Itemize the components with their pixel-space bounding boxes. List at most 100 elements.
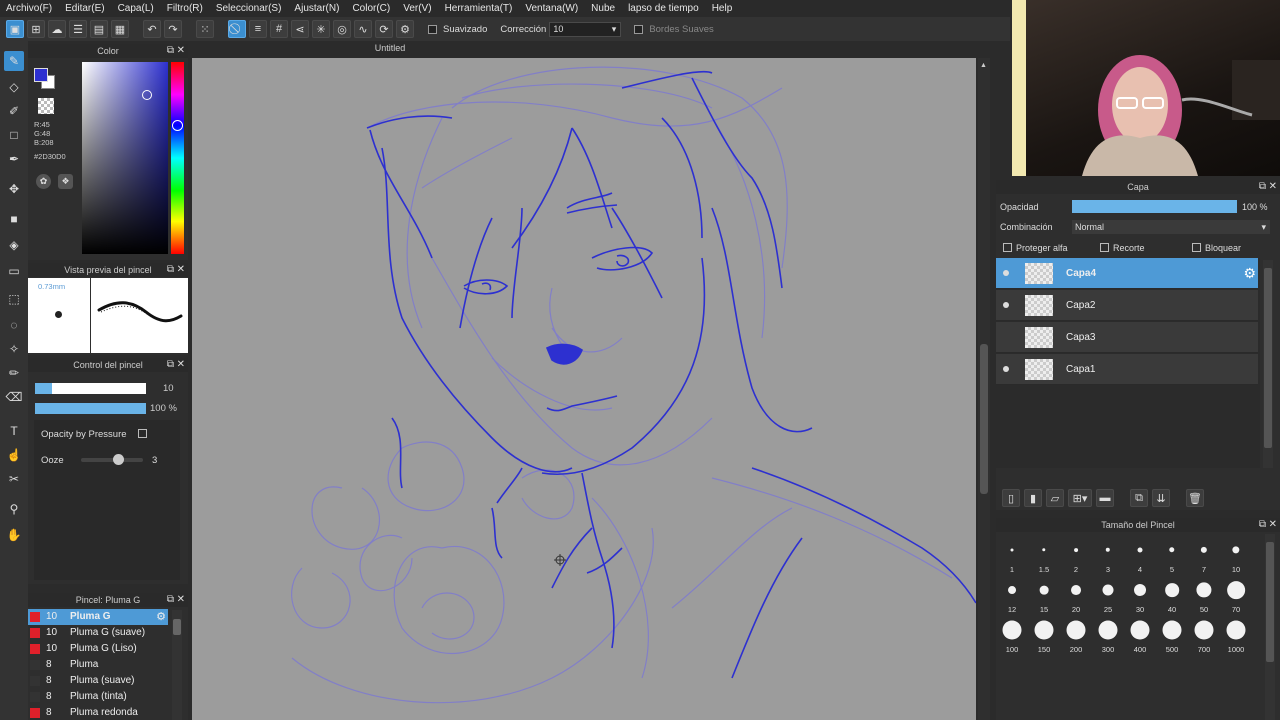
hue-slider[interactable] [171,62,184,254]
brush-list-item[interactable]: 10 Pluma G (Liso) [28,641,168,657]
brush-size-preset[interactable]: 7 [1188,534,1220,574]
cloud-icon[interactable]: ☁ [48,20,66,38]
clipping-checkbox[interactable] [1100,243,1109,252]
snap-curve-icon[interactable]: ∿ [354,20,372,38]
color-set-icon[interactable]: ❖ [58,174,73,189]
visibility-icon[interactable] [1003,270,1009,276]
brush-size-preset[interactable]: 3 [1092,534,1124,574]
menu-color[interactable]: Color(C) [352,3,390,14]
layer-opacity-slider[interactable] [1072,200,1237,213]
menu-icon[interactable]: ☰ [69,20,87,38]
new-file-icon[interactable]: ⊞ [27,20,45,38]
snap-parallel-icon[interactable]: ≡ [249,20,267,38]
transparent-color-swatch[interactable] [38,98,54,114]
frame-tool-icon[interactable]: ✂ [4,469,24,489]
brush-list-item[interactable]: 8 Pluma (tinta) [28,689,168,705]
select-eraser-icon[interactable]: ⌫ [4,387,24,407]
menu-view[interactable]: Ver(V) [403,3,431,14]
sv-picker-handle[interactable] [142,90,152,100]
delete-layer-icon[interactable]: 🗑 [1186,489,1204,507]
brush-size-preset[interactable]: 4 [1124,534,1156,574]
ooze-slider[interactable] [81,454,143,465]
lasso-tool-icon[interactable]: ◌ [4,315,24,335]
canvas-scroll-thumb[interactable] [980,344,988,494]
redo-icon[interactable]: ↷ [164,20,182,38]
brush-tool-icon[interactable]: ✎ [4,51,24,71]
protect-alpha-checkbox[interactable] [1003,243,1012,252]
brush-list-item[interactable]: 8 Pluma (suave) [28,673,168,689]
add-layer-menu-icon[interactable]: ⊞▾ [1068,489,1092,507]
fill-rect-icon[interactable]: ■ [4,209,24,229]
new-image-layer-icon[interactable]: ▱ [1046,489,1064,507]
correction-select[interactable]: 10 ▾ [549,21,622,37]
brush-size-preset[interactable]: 1 [996,534,1028,574]
brush-size-preset[interactable]: 300 [1092,614,1124,654]
new-layer-icon[interactable]: ▯ [1002,489,1020,507]
brush-size-preset[interactable]: 20 [1060,574,1092,614]
eyedropper-tool-icon[interactable]: ⚲ [4,499,24,519]
grid-icon[interactable]: ▦ [111,20,129,38]
brush-size-preset[interactable]: 15 [1028,574,1060,614]
brush-size-preset[interactable]: 200 [1060,614,1092,654]
duplicate-layer-icon[interactable]: ⧉ [1130,489,1148,507]
snap-perspective-icon[interactable]: ⋖ [291,20,309,38]
brush-size-scrollbar[interactable] [1265,534,1275,720]
brush-size-preset[interactable]: 1000 [1220,614,1252,654]
menu-timelapse[interactable]: lapso de tiempo [628,3,699,14]
brush-size-preset[interactable]: 700 [1188,614,1220,654]
snap-grid-icon[interactable]: # [270,20,288,38]
close-icon[interactable]: ✕ [1269,519,1277,530]
pen-tool-icon[interactable]: ✒ [4,149,24,169]
ooze-slider-handle[interactable] [113,454,124,465]
lock-checkbox[interactable] [1192,243,1201,252]
brush-size-preset[interactable]: 400 [1124,614,1156,654]
detach-icon[interactable]: ⧉ [1259,519,1266,530]
canvas-vertical-scrollbar[interactable]: ▲ [978,58,990,720]
brush-list-scrollbar[interactable] [172,610,182,720]
layers-icon[interactable]: ▤ [90,20,108,38]
close-icon[interactable]: ✕ [177,264,185,275]
brush-size-preset[interactable]: 30 [1124,574,1156,614]
layer-list-scrollbar[interactable] [1263,260,1273,468]
brush-size-preset[interactable]: 2 [1060,534,1092,574]
new-folder-icon[interactable]: ▬ [1096,489,1114,507]
brush-size-preset[interactable]: 150 [1028,614,1060,654]
merge-layer-icon[interactable]: ⇊ [1152,489,1170,507]
menu-file[interactable]: Archivo(F) [6,3,52,14]
blend-mode-select[interactable]: Normal ▾ [1072,220,1270,234]
detach-icon[interactable]: ⧉ [167,45,174,56]
brush-settings-gear-icon[interactable]: ⚙ [156,610,166,623]
deselect-icon[interactable]: ⁙ [196,20,214,38]
menu-select[interactable]: Seleccionar(S) [216,3,282,14]
opacity-pressure-checkbox[interactable] [138,429,147,438]
brush-size-scroll-thumb[interactable] [1266,542,1274,662]
menu-adjust[interactable]: Ajustar(N) [294,3,339,14]
snap-off-icon[interactable]: ⃠ [228,20,246,38]
saturation-value-picker[interactable] [82,62,168,254]
brush-size-preset[interactable]: 12 [996,574,1028,614]
brush-size-preset[interactable]: 50 [1188,574,1220,614]
snap-radial-icon[interactable]: ✳ [312,20,330,38]
brush-size-slider[interactable] [35,383,146,394]
brush-list-scroll-thumb[interactable] [173,619,181,635]
visibility-icon[interactable] [1003,366,1009,372]
eraser-tool-icon[interactable]: ◇ [4,77,24,97]
magic-wand-icon[interactable]: ✧ [4,339,24,359]
brush-list-item[interactable]: 8 Pluma [28,657,168,673]
brush-opacity-slider[interactable] [35,403,146,414]
detach-icon[interactable]: ⧉ [167,359,174,370]
gradient-tool-icon[interactable]: ▭ [4,261,24,281]
brush-size-preset[interactable]: 100 [996,614,1028,654]
detach-icon[interactable]: ⧉ [167,264,174,275]
menu-filter[interactable]: Filtro(R) [167,3,203,14]
hand-tool-icon[interactable]: ✋ [4,525,24,545]
brush-size-preset[interactable]: 25 [1092,574,1124,614]
brush-size-preset[interactable]: 10 [1220,534,1252,574]
shape-tool-icon[interactable]: □ [4,125,24,145]
layer-row-capa2[interactable]: Capa2 [996,290,1258,321]
hue-handle[interactable] [172,120,183,131]
menu-window[interactable]: Ventana(W) [525,3,578,14]
move-tool-icon[interactable]: ✥ [4,179,24,199]
dot-tool-icon[interactable]: ✐ [4,101,24,121]
menu-tool[interactable]: Herramienta(T) [445,3,513,14]
